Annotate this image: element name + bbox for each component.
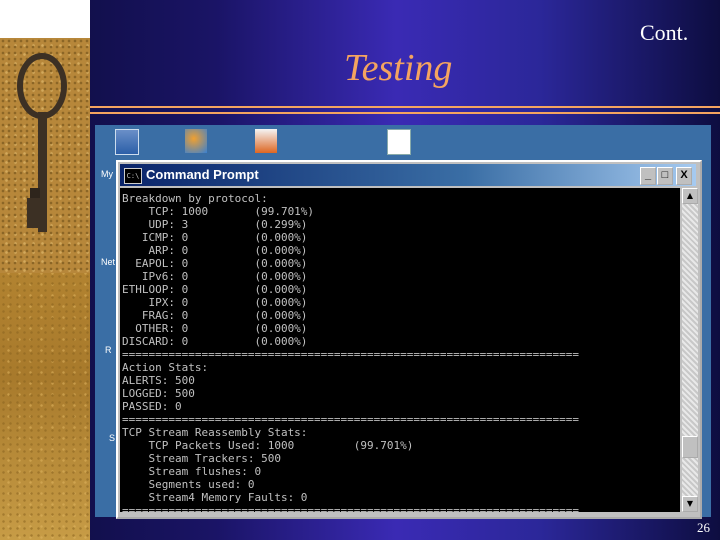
slide-title: Testing — [344, 47, 453, 89]
console-line: UDP: 3 (0.299%) — [122, 218, 308, 231]
maximize-button[interactable]: □ — [657, 167, 673, 185]
word-document-icon[interactable] — [387, 129, 411, 155]
desktop-icon-label-r: R — [105, 345, 112, 355]
console-line: EAPOL: 0 (0.000%) — [122, 257, 308, 270]
console-line: ARP: 0 (0.000%) — [122, 244, 308, 257]
console-line: OTHER: 0 (0.000%) — [122, 322, 308, 335]
console-line: TCP Stream Reassembly Stats: — [122, 426, 308, 439]
console-line: DISCARD: 0 (0.000%) — [122, 335, 308, 348]
console-line: Stream flushes: 0 — [122, 465, 262, 478]
window-title: Command Prompt — [146, 167, 259, 182]
console-line: PASSED: 0 — [122, 400, 182, 413]
key-image — [0, 38, 90, 273]
console-line: ========================================… — [122, 413, 579, 426]
people-icon[interactable] — [185, 129, 207, 153]
console-line: ========================================… — [122, 504, 579, 512]
page-number: 26 — [697, 520, 710, 535]
title-divider-secondary — [90, 112, 720, 114]
console-line: IPv6: 0 (0.000%) — [122, 270, 308, 283]
desktop-icon-label-s: S — [109, 433, 116, 443]
desktop-icon-label-net: Net — [101, 257, 116, 267]
console-line: Breakdown by protocol: — [122, 192, 268, 205]
scroll-up-icon[interactable]: ▲ — [682, 188, 698, 204]
console-line: Stream4 Memory Faults: 0 — [122, 491, 308, 504]
scroll-thumb[interactable] — [682, 436, 698, 458]
scroll-down-icon[interactable]: ▼ — [682, 496, 698, 512]
console-line: ICMP: 0 (0.000%) — [122, 231, 308, 244]
console-line: Stream Trackers: 500 — [122, 452, 281, 465]
my-computer-icon[interactable] — [115, 129, 139, 155]
command-prompt-window[interactable]: C:\ Command Prompt _ □ X Breakdown by pr… — [116, 160, 702, 519]
old-key-icon — [17, 53, 67, 232]
program-icon[interactable] — [255, 129, 277, 153]
console-line: TCP: 1000 (99.701%) — [122, 205, 315, 218]
console-line: Segments used: 0 — [122, 478, 255, 491]
console-line: ALERTS: 500 — [122, 374, 195, 387]
console-output[interactable]: Breakdown by protocol: TCP: 1000 (99.701… — [120, 188, 680, 512]
console-line: TCP Packets Used: 1000 (99.701%) — [122, 439, 414, 452]
title-divider — [90, 106, 720, 108]
console-app-icon: C:\ — [124, 168, 142, 184]
console-line: Action Stats: — [122, 361, 209, 374]
minimize-button[interactable]: _ — [640, 167, 656, 185]
desktop-icon-label-my: My — [101, 169, 113, 179]
console-line: IPX: 0 (0.000%) — [122, 296, 308, 309]
console-line: FRAG: 0 (0.000%) — [122, 309, 308, 322]
console-line: ETHLOOP: 0 (0.000%) — [122, 283, 308, 296]
top-left-strip — [0, 0, 90, 38]
window-titlebar[interactable]: C:\ Command Prompt _ □ X — [120, 164, 696, 186]
console-line: LOGGED: 500 — [122, 387, 195, 400]
vertical-scrollbar[interactable]: ▲ ▼ — [682, 188, 698, 512]
console-line: ========================================… — [122, 348, 579, 361]
close-button[interactable]: X — [676, 167, 692, 185]
continued-label: Cont. — [640, 20, 689, 45]
